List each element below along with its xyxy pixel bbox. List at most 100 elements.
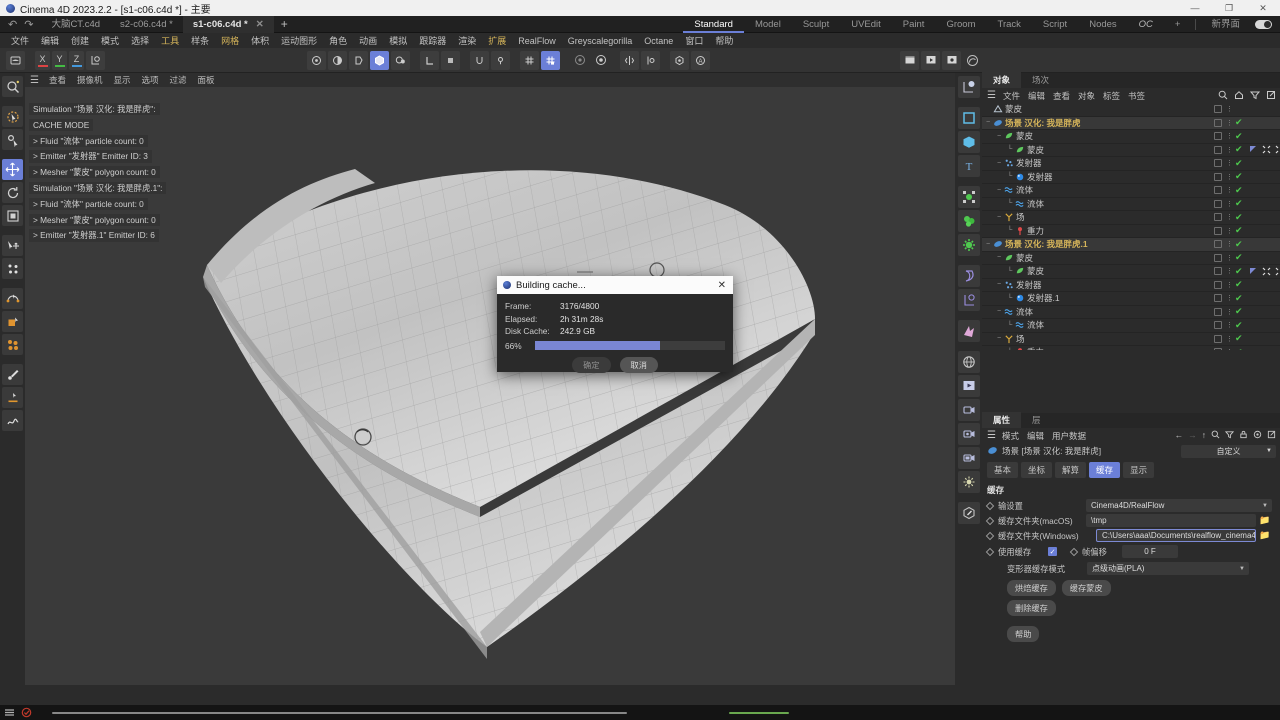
viewport-solo-icon[interactable] bbox=[570, 51, 589, 70]
bake-cache-button[interactable]: 烘焙缓存 bbox=[1007, 580, 1056, 596]
cluster-points-icon[interactable] bbox=[2, 334, 23, 355]
object-tree-row[interactable]: − 流体 ⋮ ✔ bbox=[982, 306, 1280, 319]
filter-icon[interactable] bbox=[1249, 90, 1261, 102]
world-object-coordinate-icon[interactable] bbox=[86, 50, 105, 70]
expand-toggle-icon[interactable]: − bbox=[984, 119, 992, 126]
move-tool-icon[interactable] bbox=[2, 159, 23, 180]
live-selection-icon[interactable] bbox=[2, 106, 23, 127]
ui-theme-toggle[interactable] bbox=[1255, 20, 1272, 29]
cache-folder-windows-input[interactable]: C:\Users\aaa\Documents\realflow_cinema4d… bbox=[1096, 529, 1256, 542]
expand-toggle-icon[interactable]: └ bbox=[1006, 200, 1014, 207]
object-tree-row[interactable]: └ 流体 ⋮ ✔ bbox=[982, 198, 1280, 211]
layout-tab-model[interactable]: Model bbox=[744, 16, 792, 33]
object-tag-icon[interactable] bbox=[1274, 266, 1280, 276]
visibility-dots-icon[interactable]: ⋮ bbox=[1226, 173, 1233, 181]
use-cache-checkbox[interactable]: ✓ bbox=[1048, 547, 1057, 556]
object-tree-row[interactable]: − 发射器 ⋮ ✔ bbox=[982, 279, 1280, 292]
expand-toggle-icon[interactable]: └ bbox=[1006, 146, 1014, 153]
object-tree-row[interactable]: └ 发射器 ⋮ ✔ bbox=[982, 171, 1280, 184]
document-tab-close-icon[interactable]: ✕ bbox=[256, 19, 264, 30]
menu-item[interactable]: Greyscalegorilla bbox=[562, 36, 639, 46]
axis-lock-y[interactable]: Y bbox=[52, 50, 67, 70]
menu-item[interactable]: 网格 bbox=[215, 34, 245, 47]
effector-object-icon[interactable] bbox=[957, 210, 980, 232]
dialog-ok-button[interactable]: 确定 bbox=[572, 356, 611, 373]
attribute-menu-icon[interactable]: ☰ bbox=[987, 430, 996, 441]
magnify-selection-icon[interactable] bbox=[2, 76, 23, 97]
rotate-tool-icon[interactable] bbox=[2, 182, 23, 203]
material-sphere-icon[interactable] bbox=[370, 50, 389, 70]
expand-toggle-icon[interactable]: − bbox=[995, 335, 1003, 342]
stage-camera-icon[interactable] bbox=[957, 447, 980, 469]
object-layer-box[interactable] bbox=[1214, 334, 1222, 343]
generator-gear-icon[interactable] bbox=[957, 234, 980, 256]
object-tree-row[interactable]: − 场 ⋮ ✔ bbox=[982, 333, 1280, 346]
object-axis-icon[interactable] bbox=[441, 50, 460, 70]
expand-toggle-icon[interactable]: └ bbox=[1006, 268, 1014, 275]
object-tree-row[interactable]: └ 发射器.1 ⋮ ✔ bbox=[982, 292, 1280, 306]
attribute-tab-坐标[interactable]: 坐标 bbox=[1021, 462, 1053, 478]
cache-folder-macos-input[interactable]: \tmp bbox=[1086, 514, 1256, 527]
visibility-dots-icon[interactable]: ⋮ bbox=[1226, 146, 1233, 154]
select-live-selection-icon[interactable] bbox=[6, 50, 25, 70]
viewport-canvas[interactable]: Simulation "场景 汉化: 我是胖虎": CACHE MODE > Fl… bbox=[25, 87, 955, 685]
visibility-dots-icon[interactable]: ⋮ bbox=[1226, 132, 1233, 140]
point-scatter-icon[interactable] bbox=[2, 258, 23, 279]
object-layer-box[interactable] bbox=[1214, 172, 1222, 181]
render-view-icon[interactable] bbox=[307, 50, 326, 70]
document-tab[interactable]: s1-c06.c4d * ✕ bbox=[182, 15, 274, 33]
add-material-icon[interactable] bbox=[391, 50, 410, 70]
snap-settings-icon[interactable] bbox=[491, 50, 510, 70]
frame-offset-input[interactable]: 0 F bbox=[1122, 545, 1178, 558]
dialog-cancel-button[interactable]: 取消 bbox=[619, 356, 658, 373]
point-move-icon[interactable] bbox=[2, 235, 23, 256]
layout-tab-track[interactable]: Track bbox=[987, 16, 1032, 33]
cube-primitive-icon[interactable] bbox=[957, 131, 980, 153]
enable-checkmark-icon[interactable]: ✔ bbox=[1235, 306, 1243, 317]
expand-toggle-icon[interactable]: − bbox=[995, 214, 1003, 221]
menu-item[interactable]: 运动图形 bbox=[275, 34, 323, 47]
light-object-icon[interactable] bbox=[957, 471, 980, 493]
menu-item[interactable]: 角色 bbox=[323, 34, 353, 47]
menu-item[interactable]: 窗口 bbox=[679, 34, 709, 47]
expand-toggle-icon[interactable]: − bbox=[995, 133, 1003, 140]
layout-tab-standard[interactable]: Standard bbox=[683, 16, 744, 33]
visibility-dots-icon[interactable]: ⋮ bbox=[1226, 213, 1233, 221]
close-button[interactable]: ✕ bbox=[1246, 0, 1280, 16]
viewport-menu-icon[interactable]: ☰ bbox=[30, 75, 39, 86]
object-layer-box[interactable] bbox=[1214, 307, 1222, 316]
object-tree-row[interactable]: − 发射器 ⋮ ✔ bbox=[982, 157, 1280, 171]
menu-item[interactable]: 样条 bbox=[185, 34, 215, 47]
object-tag-icon[interactable] bbox=[1261, 266, 1271, 276]
object-tag-icon[interactable] bbox=[1274, 145, 1280, 155]
object-layer-box[interactable] bbox=[1214, 321, 1222, 330]
object-layer-box[interactable] bbox=[1214, 226, 1222, 235]
visibility-dots-icon[interactable]: ⋮ bbox=[1226, 240, 1233, 248]
viewport-menu-item[interactable]: 摄像机 bbox=[77, 74, 103, 86]
attribute-panel-tab-属性[interactable]: 属性 bbox=[982, 412, 1022, 428]
home-icon[interactable] bbox=[1234, 90, 1244, 102]
sculpt-smooth-icon[interactable] bbox=[2, 410, 23, 431]
render-movie-icon[interactable] bbox=[957, 375, 980, 397]
object-tree-row[interactable]: − 蒙皮 ⋮ ✔ bbox=[982, 130, 1280, 144]
visibility-dots-icon[interactable]: ⋮ bbox=[1226, 308, 1233, 316]
enable-checkmark-icon[interactable]: ✔ bbox=[1235, 144, 1243, 155]
object-layer-box[interactable] bbox=[1214, 240, 1222, 249]
cloner-object-icon[interactable] bbox=[957, 186, 980, 208]
security-shield-icon[interactable] bbox=[21, 707, 32, 718]
object-tree-row[interactable]: − 流体 ⋮ ✔ bbox=[982, 184, 1280, 198]
viewport-menu-item[interactable]: 过滤 bbox=[170, 74, 187, 86]
object-layer-box[interactable] bbox=[1214, 267, 1222, 276]
object-manager-menu-item[interactable]: 标签 bbox=[1103, 90, 1120, 102]
menu-item[interactable]: 扩展 bbox=[482, 34, 512, 47]
folder-icon[interactable]: 📁 bbox=[1259, 515, 1270, 526]
object-layer-box[interactable] bbox=[1214, 186, 1222, 195]
folder-icon[interactable]: 📁 bbox=[1259, 530, 1270, 541]
object-manager-menu-item[interactable]: 查看 bbox=[1053, 90, 1070, 102]
layout-tab-oc[interactable]: OC bbox=[1128, 16, 1164, 33]
menu-item[interactable]: 渲染 bbox=[452, 34, 482, 47]
object-layer-box[interactable] bbox=[1214, 348, 1222, 350]
object-tree-row[interactable]: └ 重力 ⋮✔ bbox=[982, 225, 1280, 238]
cache-mesher-button[interactable]: 缓存蒙皮 bbox=[1061, 580, 1111, 596]
primitive-cube-icon[interactable] bbox=[2, 311, 23, 332]
